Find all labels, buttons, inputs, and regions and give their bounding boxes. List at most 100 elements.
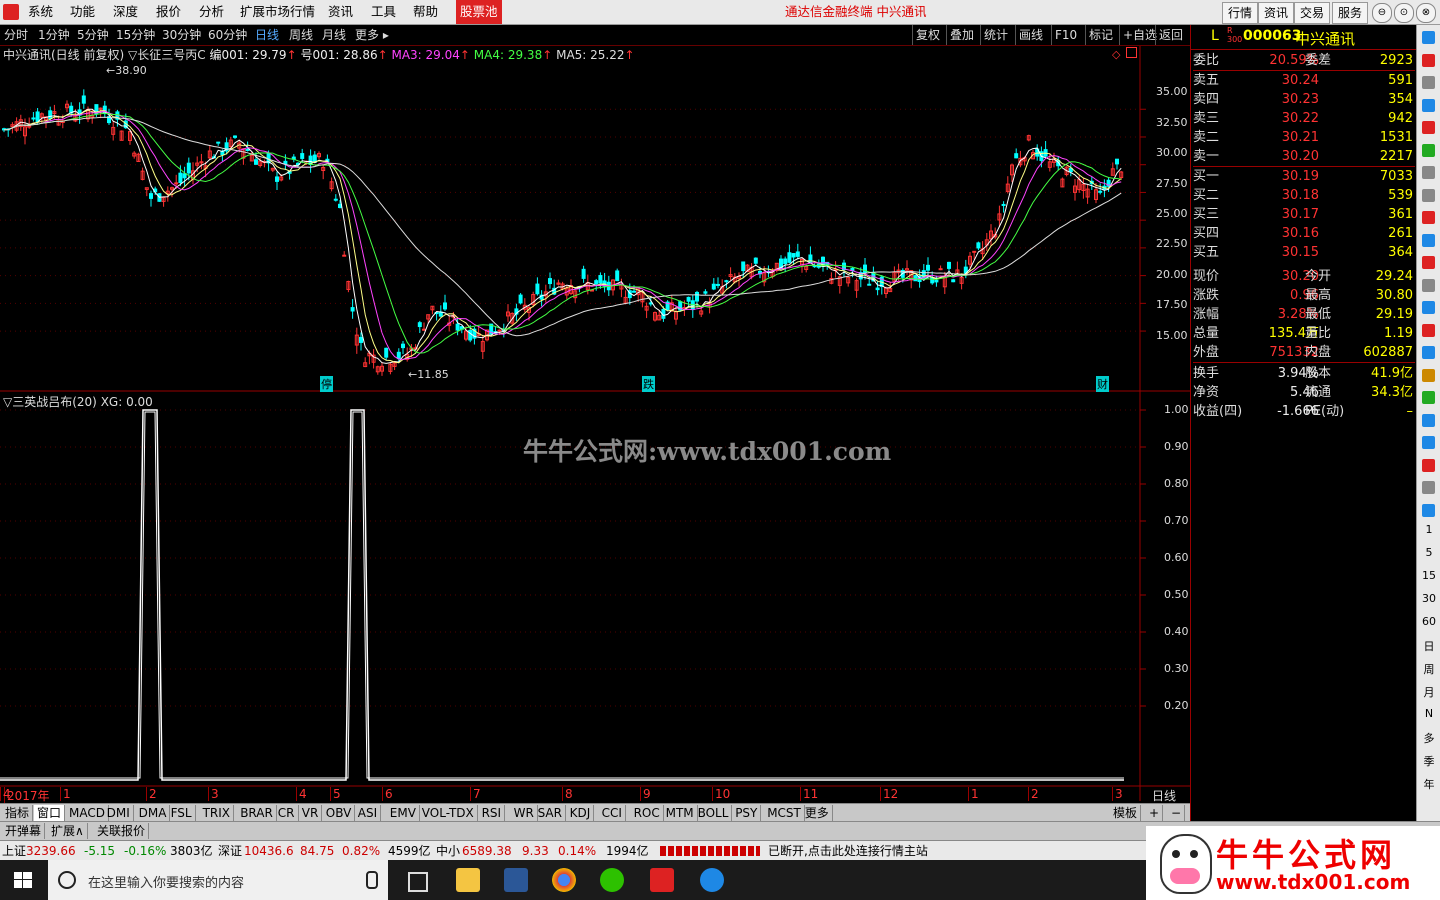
kline-chart[interactable] <box>0 46 1190 801</box>
order-book-row[interactable]: 卖三 30.22 942 <box>1193 109 1415 128</box>
sidebar-period[interactable]: 季 <box>1417 753 1440 769</box>
connection-status[interactable]: 已断开,点击此处连接行情主站 <box>768 841 928 861</box>
bottom-tab[interactable]: 开弹幕 <box>2 823 46 839</box>
indicator-tab[interactable]: KDJ <box>567 805 595 821</box>
chart-expand-icon[interactable] <box>1126 47 1137 58</box>
template-button[interactable]: 模板 <box>1110 805 1142 821</box>
sidebar-period[interactable]: 日 <box>1417 638 1440 654</box>
sidebar-tool-icon[interactable] <box>1422 98 1435 112</box>
marker-suspend[interactable]: 停 <box>320 376 333 392</box>
period-tab[interactable]: 15分钟 <box>116 25 155 45</box>
order-book-row[interactable]: 买二 30.18 539 <box>1193 186 1415 205</box>
add-window-button[interactable]: + <box>1146 805 1164 821</box>
toolbar-button[interactable]: F10 <box>1051 25 1080 45</box>
minimize-button[interactable]: ⊖ <box>1372 3 1392 23</box>
chrome-icon[interactable] <box>552 868 576 892</box>
sidebar-tool-icon[interactable] <box>1422 368 1435 382</box>
sidebar-period[interactable]: 1 <box>1417 523 1440 536</box>
sidebar-period[interactable]: 多 <box>1417 730 1440 746</box>
bottom-tab[interactable]: 扩展∧ <box>48 823 88 839</box>
indicator-tab[interactable]: DMI <box>104 805 134 821</box>
menu-item[interactable]: 报价 <box>156 0 181 24</box>
order-book-row[interactable]: 买五 30.15 364 <box>1193 243 1415 262</box>
toolbar-button[interactable]: 统计 <box>980 25 1011 45</box>
toolbar-button[interactable]: 复权 <box>912 25 943 45</box>
sidebar-tool-icon[interactable] <box>1422 346 1435 359</box>
chart-ctrl-icon[interactable]: ◇ <box>1112 48 1120 61</box>
taskbar-search-box[interactable]: 在这里输入你要搜索的内容 <box>48 860 388 900</box>
menu-item[interactable]: 分析 <box>199 0 224 24</box>
sidebar-period[interactable]: 周 <box>1417 661 1440 677</box>
word-icon[interactable] <box>504 868 528 892</box>
indicator-tab[interactable]: 更多 <box>802 805 833 821</box>
period-tab[interactable]: 更多 ▸ <box>355 25 389 45</box>
indicator-tab[interactable]: MCST <box>764 805 805 821</box>
sub-indicator-name[interactable]: ▽三英战吕布(20) <box>3 395 97 409</box>
period-tab[interactable]: 分时 <box>4 25 28 45</box>
microphone-icon[interactable] <box>366 871 378 889</box>
period-tab[interactable]: 月线 <box>322 25 346 45</box>
indicator-tab[interactable]: VR <box>299 805 323 821</box>
indicator-tab[interactable]: VOL-TDX <box>419 805 478 821</box>
zx-index[interactable]: 6589.38 <box>462 841 512 861</box>
toolbar-button[interactable]: 画线 <box>1015 25 1046 45</box>
tdx-app-icon[interactable] <box>650 868 674 892</box>
indicator-tab[interactable]: DMA <box>136 805 171 821</box>
sidebar-period[interactable]: 15 <box>1417 569 1440 582</box>
menu-item[interactable]: 扩展市场行情 <box>240 0 315 24</box>
sidebar-period[interactable]: 5 <box>1417 546 1440 559</box>
indicator-tab[interactable]: PSY <box>732 805 762 821</box>
indicator-tab[interactable]: CCI <box>599 805 626 821</box>
menu-item[interactable]: 深度 <box>113 0 138 24</box>
order-book-row[interactable]: 卖五 30.24 591 <box>1193 71 1415 90</box>
indicator-tab[interactable]: MTM <box>663 805 698 821</box>
sidebar-tool-icon[interactable] <box>1422 233 1435 247</box>
indicator-name[interactable]: ▽长征三号丙C <box>128 48 206 62</box>
sidebar-period[interactable]: N <box>1417 707 1440 720</box>
marker-drop[interactable]: 跌 <box>642 376 655 392</box>
bottom-tab[interactable]: 关联报价 <box>94 823 150 839</box>
sidebar-tool-icon[interactable] <box>1422 503 1435 517</box>
top-button[interactable]: 交易 <box>1294 2 1330 24</box>
indicator-tab[interactable]: EMV <box>387 805 420 821</box>
indicator-tab[interactable]: ROC <box>631 805 664 821</box>
sidebar-tool-icon[interactable] <box>1422 188 1435 202</box>
top-button[interactable]: 行情 <box>1222 2 1258 24</box>
sidebar-tool-icon[interactable] <box>1422 413 1435 427</box>
menu-item[interactable]: 工具 <box>371 0 396 24</box>
wechat-icon[interactable] <box>600 868 624 892</box>
period-tab[interactable]: 5分钟 <box>77 25 109 45</box>
menu-item[interactable]: 资讯 <box>328 0 353 24</box>
period-tab[interactable]: 1分钟 <box>38 25 70 45</box>
menu-item[interactable]: 帮助 <box>413 0 438 24</box>
indicator-tab[interactable]: FSL <box>168 805 196 821</box>
remove-window-button[interactable]: − <box>1168 805 1186 821</box>
indicator-tab[interactable]: 窗口 <box>34 805 66 821</box>
menu-item[interactable]: 功能 <box>70 0 95 24</box>
sidebar-tool-icon[interactable] <box>1422 143 1435 157</box>
period-tab[interactable]: 日线 <box>255 25 279 45</box>
sz-index[interactable]: 10436.6 <box>244 841 294 861</box>
sidebar-tool-icon[interactable] <box>1422 391 1435 404</box>
sidebar-tool-icon[interactable] <box>1422 436 1435 449</box>
sidebar-period[interactable]: 30 <box>1417 592 1440 605</box>
sidebar-tool-icon[interactable] <box>1422 458 1435 472</box>
top-button[interactable]: 服务 <box>1332 2 1368 24</box>
order-book-row[interactable]: 卖二 30.21 1531 <box>1193 128 1415 147</box>
windows-start-icon[interactable] <box>14 872 32 888</box>
sidebar-tool-icon[interactable] <box>1422 121 1435 134</box>
marker-finance[interactable]: 财 <box>1096 376 1109 392</box>
order-book-row[interactable]: 卖一 30.20 2217 <box>1193 147 1415 167</box>
toolbar-button[interactable]: 叠加 <box>946 25 977 45</box>
toolbar-button[interactable]: +自选 <box>1119 25 1160 45</box>
period-tab[interactable]: 周线 <box>289 25 313 45</box>
sidebar-tool-icon[interactable] <box>1422 301 1435 314</box>
sidebar-tool-icon[interactable] <box>1422 481 1435 494</box>
order-book-row[interactable]: 卖四 30.23 354 <box>1193 90 1415 109</box>
restore-button[interactable]: ⊙ <box>1394 3 1414 23</box>
sidebar-tool-icon[interactable] <box>1422 31 1435 44</box>
indicator-tab[interactable]: MACD <box>66 805 109 821</box>
indicator-tab[interactable]: SAR <box>535 805 566 821</box>
task-view-icon[interactable] <box>408 872 428 892</box>
indicator-tab[interactable]: OBV <box>323 805 356 821</box>
